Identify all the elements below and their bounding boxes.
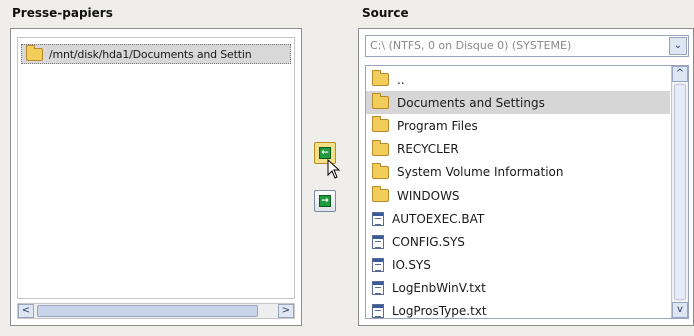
- clipboard-list: /mnt/disk/hda1/Documents and Settin: [17, 37, 295, 299]
- file-icon: [372, 234, 384, 249]
- list-item-label: CONFIG.SYS: [392, 234, 465, 249]
- source-vertical-scrollbar[interactable]: ^ v: [671, 66, 688, 318]
- folder-list-item[interactable]: RECYCLER: [366, 138, 670, 161]
- list-item-label: ..: [397, 72, 405, 87]
- file-list-item[interactable]: AUTOEXEC.BAT: [366, 207, 670, 230]
- clipboard-title: Presse-papiers: [12, 6, 113, 20]
- folder-list-item[interactable]: Program Files: [366, 114, 670, 137]
- drive-select[interactable]: C:\ (NTFS, 0 on Disque 0) (SYSTEME) ⌄: [365, 35, 689, 57]
- clipboard-horizontal-scrollbar[interactable]: < >: [17, 303, 295, 319]
- folder-icon: [26, 45, 43, 61]
- list-item-label: Documents and Settings: [397, 95, 545, 110]
- folder-list-item[interactable]: System Volume Information: [366, 161, 670, 184]
- scroll-down-button[interactable]: v: [672, 302, 688, 318]
- copy-to-source-button[interactable]: →: [314, 190, 336, 212]
- scroll-right-button[interactable]: >: [278, 304, 294, 318]
- source-file-list[interactable]: .. Documents and Settings Program Files REC…: [365, 65, 689, 319]
- chevron-down-icon[interactable]: ⌄: [669, 37, 687, 55]
- file-icon: [372, 304, 384, 318]
- folder-icon: [372, 162, 389, 179]
- list-item-label: System Volume Information: [397, 165, 564, 180]
- folder-list-item[interactable]: WINDOWS: [366, 184, 670, 207]
- file-icon: [372, 258, 384, 273]
- folder-icon: [372, 70, 389, 87]
- list-item-label: AUTOEXEC.BAT: [392, 211, 485, 226]
- source-title: Source: [362, 6, 409, 20]
- clipboard-panel: /mnt/disk/hda1/Documents and Settin < >: [10, 28, 302, 326]
- file-list-item[interactable]: LogEnbWinV.txt: [366, 277, 670, 300]
- list-item-label: LogProsType.txt: [392, 304, 487, 319]
- scroll-thumb[interactable]: [674, 84, 686, 300]
- scroll-left-button[interactable]: <: [18, 304, 34, 318]
- file-list-item[interactable]: IO.SYS: [366, 254, 670, 277]
- folder-icon: [372, 186, 389, 203]
- list-item-label: WINDOWS: [397, 188, 460, 203]
- folder-list-item[interactable]: ..: [366, 68, 670, 91]
- folder-icon: [372, 116, 389, 133]
- clipboard-item-label: /mnt/disk/hda1/Documents and Settin: [49, 47, 252, 61]
- scroll-thumb[interactable]: [37, 305, 258, 317]
- folder-icon: [372, 93, 389, 110]
- file-list-item[interactable]: CONFIG.SYS: [366, 230, 670, 253]
- clipboard-item[interactable]: /mnt/disk/hda1/Documents and Settin: [21, 44, 291, 64]
- list-item-label: Program Files: [397, 118, 478, 133]
- folder-list-item[interactable]: Documents and Settings: [366, 91, 670, 115]
- list-item-label: IO.SYS: [392, 258, 431, 273]
- list-item-label: LogEnbWinV.txt: [392, 281, 486, 296]
- arrow-right-icon: →: [319, 195, 331, 207]
- arrow-left-icon: ←: [319, 147, 331, 159]
- list-item-label: RECYCLER: [397, 142, 459, 157]
- file-icon: [372, 281, 384, 296]
- source-panel: C:\ (NTFS, 0 on Disque 0) (SYSTEME) ⌄ ..…: [358, 28, 694, 326]
- drive-select-value: C:\ (NTFS, 0 on Disque 0) (SYSTEME): [370, 39, 572, 52]
- source-items: .. Documents and Settings Program Files REC…: [366, 68, 670, 319]
- file-list-item[interactable]: LogProsType.txt: [366, 300, 670, 319]
- folder-icon: [372, 139, 389, 156]
- mouse-pointer-icon: [327, 159, 341, 179]
- file-icon: [372, 211, 384, 226]
- scroll-up-button[interactable]: ^: [672, 66, 688, 82]
